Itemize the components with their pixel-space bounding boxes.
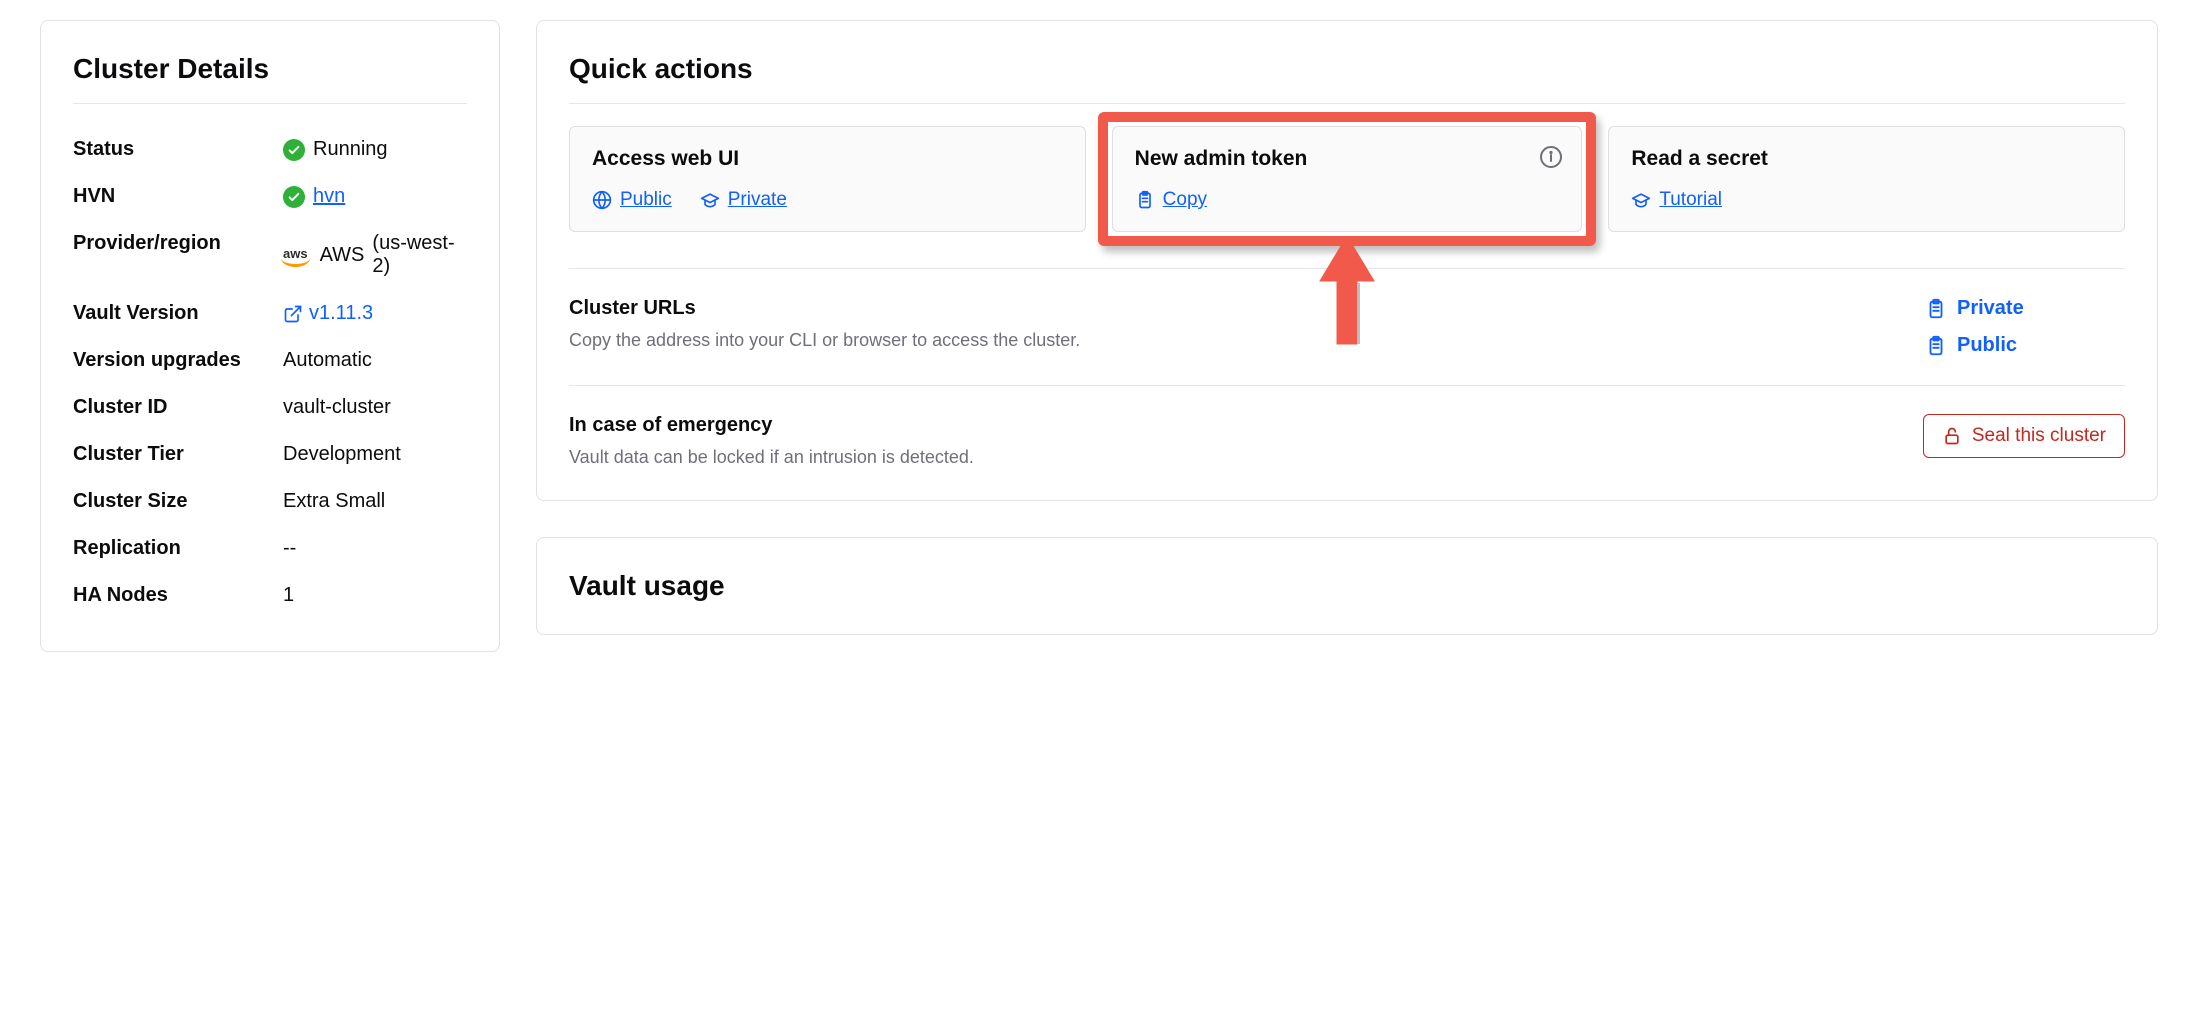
vault-version-text: v1.11.3	[309, 302, 373, 325]
learn-icon	[700, 190, 720, 210]
clipboard-icon	[1925, 335, 1947, 357]
qa-read-secret: Read a secret Tutorial	[1608, 126, 2125, 232]
vault-version-link[interactable]: v1.11.3	[283, 302, 373, 325]
row-status: Status Running	[73, 126, 467, 173]
row-replication: Replication --	[73, 525, 467, 572]
access-private-link[interactable]: Private	[700, 189, 787, 211]
quick-actions-grid: Access web UI Public Private	[569, 126, 2125, 232]
qa-access-title: Access web UI	[592, 147, 1063, 171]
value-size: Extra Small	[283, 490, 385, 513]
cluster-details-title: Cluster Details	[73, 53, 467, 104]
label-cluster-id: Cluster ID	[73, 396, 283, 419]
label-replication: Replication	[73, 537, 283, 560]
cluster-urls-desc: Copy the address into your CLI or browse…	[569, 330, 1901, 351]
cluster-url-private-link[interactable]: Private	[1925, 297, 2024, 320]
access-private-text: Private	[728, 189, 787, 211]
cluster-urls-section: Cluster URLs Copy the address into your …	[569, 268, 2125, 357]
qa-access-web-ui: Access web UI Public Private	[569, 126, 1086, 232]
row-cluster-id: Cluster ID vault-cluster	[73, 384, 467, 431]
read-tutorial-text: Tutorial	[1659, 189, 1722, 211]
hvn-link[interactable]: hvn	[313, 185, 345, 208]
label-ha: HA Nodes	[73, 584, 283, 607]
read-tutorial-link[interactable]: Tutorial	[1631, 189, 1722, 211]
provider-region: (us-west-2)	[372, 232, 467, 278]
aws-logo-icon: aws	[283, 246, 308, 265]
label-upgrades: Version upgrades	[73, 349, 283, 372]
qa-read-title: Read a secret	[1631, 147, 2102, 171]
emergency-section: In case of emergency Vault data can be l…	[569, 385, 2125, 468]
row-hvn: HVN hvn	[73, 173, 467, 220]
seal-cluster-text: Seal this cluster	[1972, 425, 2106, 447]
access-public-link[interactable]: Public	[592, 189, 672, 211]
access-public-text: Public	[620, 189, 672, 211]
value-cluster-id: vault-cluster	[283, 396, 391, 419]
quick-actions-card: Quick actions Access web UI Public Priva…	[536, 20, 2158, 501]
value-vault-version: v1.11.3	[283, 302, 373, 325]
external-link-icon	[283, 304, 303, 324]
check-circle-icon	[283, 139, 305, 161]
row-upgrades: Version upgrades Automatic	[73, 337, 467, 384]
cluster-details-card: Cluster Details Status Running HVN hvn P…	[40, 20, 500, 652]
check-circle-icon	[283, 186, 305, 208]
value-hvn: hvn	[283, 185, 345, 208]
value-status: Running	[283, 138, 388, 161]
label-tier: Cluster Tier	[73, 443, 283, 466]
label-status: Status	[73, 138, 283, 161]
value-provider: aws AWS (us-west-2)	[283, 232, 467, 278]
row-tier: Cluster Tier Development	[73, 431, 467, 478]
provider-name: AWS	[320, 244, 365, 267]
cluster-url-private-text: Private	[1957, 297, 2024, 320]
value-upgrades: Automatic	[283, 349, 372, 372]
row-provider: Provider/region aws AWS (us-west-2)	[73, 220, 467, 290]
emergency-title: In case of emergency	[569, 414, 1899, 437]
clipboard-icon	[1135, 190, 1155, 210]
row-ha: HA Nodes 1	[73, 572, 467, 619]
seal-cluster-button[interactable]: Seal this cluster	[1923, 414, 2125, 458]
emergency-desc: Vault data can be locked if an intrusion…	[569, 447, 1899, 468]
value-tier: Development	[283, 443, 401, 466]
vault-usage-title: Vault usage	[569, 570, 2125, 602]
cluster-urls-title: Cluster URLs	[569, 297, 1901, 320]
label-size: Cluster Size	[73, 490, 283, 513]
value-ha: 1	[283, 584, 294, 607]
label-vault-version: Vault Version	[73, 302, 283, 325]
row-size: Cluster Size Extra Small	[73, 478, 467, 525]
label-provider: Provider/region	[73, 232, 283, 255]
label-hvn: HVN	[73, 185, 283, 208]
info-icon[interactable]	[1539, 145, 1563, 169]
token-copy-link[interactable]: Copy	[1135, 189, 1207, 211]
row-vault-version: Vault Version v1.11.3	[73, 290, 467, 337]
quick-actions-title: Quick actions	[569, 53, 2125, 104]
learn-icon	[1631, 190, 1651, 210]
token-copy-text: Copy	[1163, 189, 1207, 211]
qa-token-title: New admin token	[1135, 147, 1560, 171]
value-replication: --	[283, 537, 296, 560]
vault-usage-card: Vault usage	[536, 537, 2158, 635]
globe-icon	[592, 190, 612, 210]
cluster-url-public-text: Public	[1957, 334, 2017, 357]
qa-new-admin-token: New admin token Copy	[1112, 126, 1583, 232]
cluster-url-public-link[interactable]: Public	[1925, 334, 2017, 357]
clipboard-icon	[1925, 298, 1947, 320]
lock-icon	[1942, 426, 1962, 446]
status-text: Running	[313, 138, 388, 161]
